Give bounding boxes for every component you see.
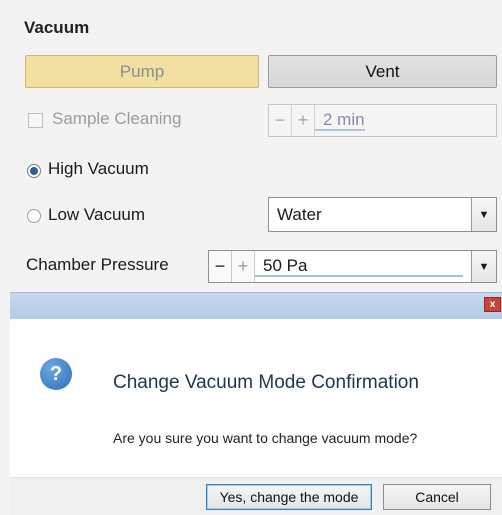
question-icon: ? [40, 358, 72, 390]
close-icon[interactable]: x [484, 297, 501, 312]
high-vacuum-radio[interactable] [27, 164, 41, 178]
chamber-pressure-label: Chamber Pressure [26, 255, 169, 274]
gas-select-value: Water [277, 204, 322, 224]
pressure-minus-button[interactable]: − [209, 251, 232, 282]
duration-plus-button[interactable]: + [292, 105, 315, 136]
chevron-down-icon[interactable]: ▼ [471, 198, 496, 231]
pump-button[interactable]: Pump [25, 55, 259, 88]
low-vacuum-radio[interactable] [27, 209, 41, 223]
high-vacuum-label: High Vacuum [48, 159, 149, 178]
low-vacuum-gas-select[interactable]: Water ▼ [268, 197, 497, 232]
low-vacuum-label: Low Vacuum [48, 205, 146, 224]
radio-selected-dot [30, 167, 38, 175]
vent-button[interactable]: Vent [268, 55, 497, 88]
pressure-plus-button[interactable]: + [232, 251, 255, 282]
sample-cleaning-checkbox[interactable] [28, 113, 43, 128]
dialog-body [10, 319, 502, 477]
cancel-button[interactable]: Cancel [383, 484, 491, 510]
chamber-pressure-control[interactable]: − + 50 Pa ▼ [208, 250, 497, 283]
duration-minus-button[interactable]: − [269, 105, 292, 136]
sample-cleaning-label: Sample Cleaning [52, 109, 182, 128]
chevron-down-icon[interactable]: ▼ [471, 251, 496, 282]
vacuum-section-title: Vacuum [24, 18, 90, 37]
sample-cleaning-duration-stepper[interactable]: − + 2 min [268, 104, 497, 137]
confirm-change-mode-button[interactable]: Yes, change the mode [206, 484, 372, 510]
dialog-titlebar[interactable] [10, 292, 502, 319]
dialog-heading: Change Vacuum Mode Confirmation [113, 372, 419, 393]
dialog-message: Are you sure you want to change vacuum m… [113, 430, 418, 446]
pressure-value[interactable]: 50 Pa [255, 256, 463, 277]
duration-value[interactable]: 2 min [315, 110, 365, 131]
